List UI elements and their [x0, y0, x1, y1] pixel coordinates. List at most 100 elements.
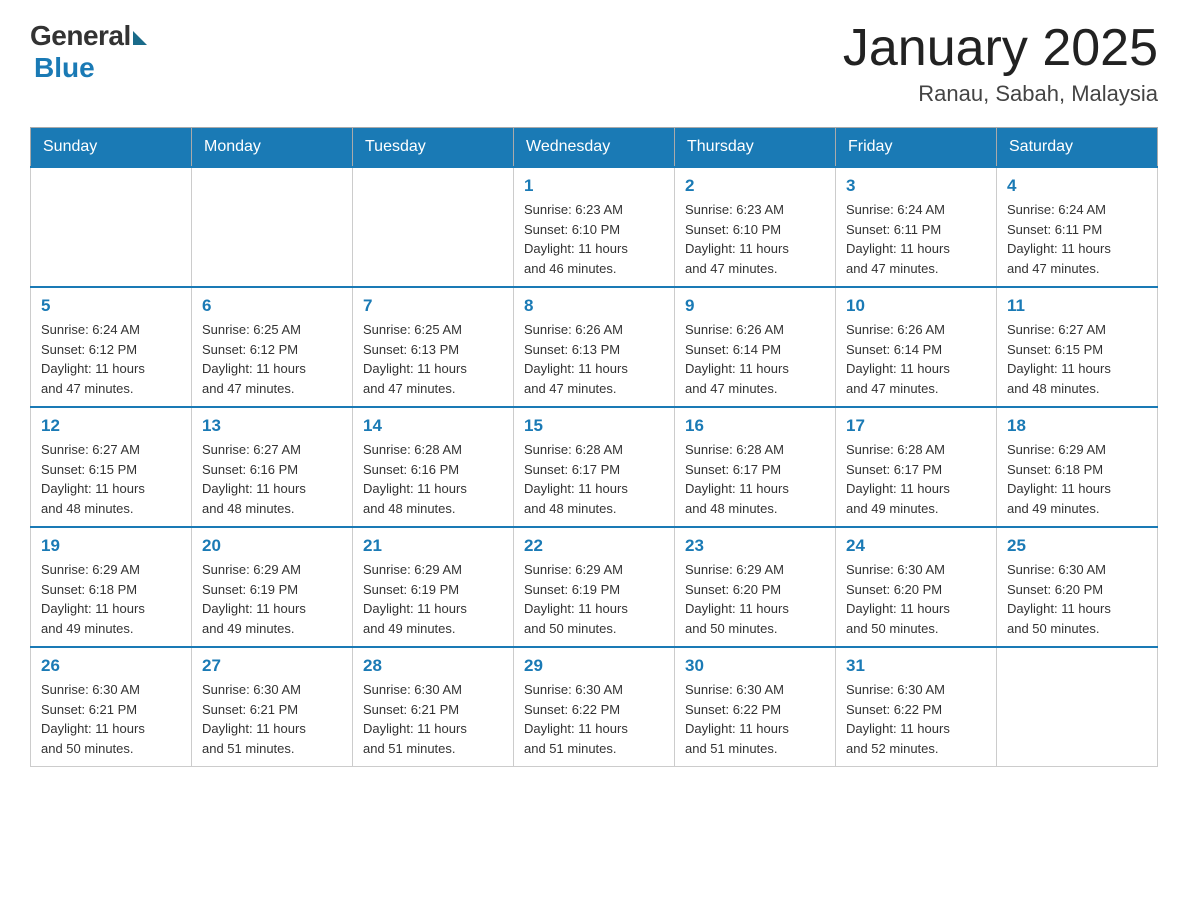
day-number: 2 — [685, 176, 825, 196]
calendar-cell: 22 Sunrise: 6:29 AM Sunset: 6:19 PM Dayli… — [514, 527, 675, 647]
calendar-cell: 4 Sunrise: 6:24 AM Sunset: 6:11 PM Daylig… — [997, 167, 1158, 287]
weekday-header-thursday: Thursday — [675, 128, 836, 168]
calendar-cell — [997, 647, 1158, 767]
day-number: 15 — [524, 416, 664, 436]
logo: General Blue — [30, 20, 147, 84]
calendar-cell: 19 Sunrise: 6:29 AM Sunset: 6:18 PM Dayli… — [31, 527, 192, 647]
calendar-cell: 2Sunrise: 6:23 AM Sunset: 6:10 PM Daylig… — [675, 167, 836, 287]
calendar-location: Ranau, Sabah, Malaysia — [843, 81, 1158, 107]
day-info: Sunrise: 6:28 AM Sunset: 6:17 PM Dayligh… — [846, 440, 986, 518]
day-number: 22 — [524, 536, 664, 556]
week-row-2: 5Sunrise: 6:24 AM Sunset: 6:12 PM Daylig… — [31, 287, 1158, 407]
calendar-cell: 1Sunrise: 6:23 AM Sunset: 6:10 PM Daylig… — [514, 167, 675, 287]
week-row-4: 19 Sunrise: 6:29 AM Sunset: 6:18 PM Dayli… — [31, 527, 1158, 647]
day-info: Sunrise: 6:30 AM Sunset: 6:21 PM Dayligh… — [41, 680, 181, 758]
weekday-header-sunday: Sunday — [31, 128, 192, 168]
calendar-cell: 27 Sunrise: 6:30 AM Sunset: 6:21 PM Dayli… — [192, 647, 353, 767]
day-info: Sunrise: 6:23 AM Sunset: 6:10 PM Dayligh… — [524, 200, 664, 278]
weekday-header-row: SundayMondayTuesdayWednesdayThursdayFrid… — [31, 128, 1158, 168]
day-number: 19 — [41, 536, 181, 556]
day-number: 4 — [1007, 176, 1147, 196]
calendar-table: SundayMondayTuesdayWednesdayThursdayFrid… — [30, 127, 1158, 767]
day-info: Sunrise: 6:24 AM Sunset: 6:11 PM Dayligh… — [846, 200, 986, 278]
day-number: 26 — [41, 656, 181, 676]
calendar-cell: 29 Sunrise: 6:30 AM Sunset: 6:22 PM Dayli… — [514, 647, 675, 767]
weekday-header-tuesday: Tuesday — [353, 128, 514, 168]
day-info: Sunrise: 6:25 AM Sunset: 6:13 PM Dayligh… — [363, 320, 503, 398]
day-info: Sunrise: 6:30 AM Sunset: 6:21 PM Dayligh… — [202, 680, 342, 758]
day-info: Sunrise: 6:27 AM Sunset: 6:15 PM Dayligh… — [1007, 320, 1147, 398]
day-number: 10 — [846, 296, 986, 316]
calendar-cell: 9 Sunrise: 6:26 AM Sunset: 6:14 PM Daylig… — [675, 287, 836, 407]
calendar-cell: 31 Sunrise: 6:30 AM Sunset: 6:22 PM Dayli… — [836, 647, 997, 767]
day-info: Sunrise: 6:30 AM Sunset: 6:20 PM Dayligh… — [846, 560, 986, 638]
day-number: 28 — [363, 656, 503, 676]
day-number: 13 — [202, 416, 342, 436]
day-info: Sunrise: 6:26 AM Sunset: 6:14 PM Dayligh… — [685, 320, 825, 398]
day-number: 30 — [685, 656, 825, 676]
day-number: 3 — [846, 176, 986, 196]
calendar-cell: 23 Sunrise: 6:29 AM Sunset: 6:20 PM Dayli… — [675, 527, 836, 647]
weekday-header-wednesday: Wednesday — [514, 128, 675, 168]
calendar-cell: 28Sunrise: 6:30 AM Sunset: 6:21 PM Dayli… — [353, 647, 514, 767]
day-info: Sunrise: 6:30 AM Sunset: 6:20 PM Dayligh… — [1007, 560, 1147, 638]
day-info: Sunrise: 6:29 AM Sunset: 6:19 PM Dayligh… — [363, 560, 503, 638]
day-info: Sunrise: 6:29 AM Sunset: 6:19 PM Dayligh… — [202, 560, 342, 638]
day-number: 14 — [363, 416, 503, 436]
week-row-1: 1Sunrise: 6:23 AM Sunset: 6:10 PM Daylig… — [31, 167, 1158, 287]
calendar-cell: 15 Sunrise: 6:28 AM Sunset: 6:17 PM Dayli… — [514, 407, 675, 527]
day-number: 11 — [1007, 296, 1147, 316]
calendar-cell: 5Sunrise: 6:24 AM Sunset: 6:12 PM Daylig… — [31, 287, 192, 407]
day-info: Sunrise: 6:30 AM Sunset: 6:22 PM Dayligh… — [524, 680, 664, 758]
weekday-header-saturday: Saturday — [997, 128, 1158, 168]
day-number: 25 — [1007, 536, 1147, 556]
logo-general-text: General — [30, 20, 131, 52]
day-info: Sunrise: 6:25 AM Sunset: 6:12 PM Dayligh… — [202, 320, 342, 398]
calendar-cell: 18Sunrise: 6:29 AM Sunset: 6:18 PM Dayli… — [997, 407, 1158, 527]
day-number: 17 — [846, 416, 986, 436]
day-number: 21 — [363, 536, 503, 556]
day-number: 18 — [1007, 416, 1147, 436]
day-info: Sunrise: 6:24 AM Sunset: 6:11 PM Dayligh… — [1007, 200, 1147, 278]
calendar-title: January 2025 — [843, 20, 1158, 77]
calendar-cell: 20 Sunrise: 6:29 AM Sunset: 6:19 PM Dayli… — [192, 527, 353, 647]
day-info: Sunrise: 6:24 AM Sunset: 6:12 PM Dayligh… — [41, 320, 181, 398]
calendar-cell: 30Sunrise: 6:30 AM Sunset: 6:22 PM Dayli… — [675, 647, 836, 767]
calendar-cell: 25 Sunrise: 6:30 AM Sunset: 6:20 PM Dayli… — [997, 527, 1158, 647]
day-number: 20 — [202, 536, 342, 556]
calendar-cell: 26 Sunrise: 6:30 AM Sunset: 6:21 PM Dayli… — [31, 647, 192, 767]
day-info: Sunrise: 6:27 AM Sunset: 6:16 PM Dayligh… — [202, 440, 342, 518]
calendar-cell: 12Sunrise: 6:27 AM Sunset: 6:15 PM Dayli… — [31, 407, 192, 527]
day-info: Sunrise: 6:30 AM Sunset: 6:22 PM Dayligh… — [846, 680, 986, 758]
day-number: 24 — [846, 536, 986, 556]
day-info: Sunrise: 6:29 AM Sunset: 6:18 PM Dayligh… — [41, 560, 181, 638]
calendar-cell: 11 Sunrise: 6:27 AM Sunset: 6:15 PM Dayli… — [997, 287, 1158, 407]
day-number: 6 — [202, 296, 342, 316]
calendar-cell — [192, 167, 353, 287]
calendar-cell: 24 Sunrise: 6:30 AM Sunset: 6:20 PM Dayli… — [836, 527, 997, 647]
day-number: 7 — [363, 296, 503, 316]
day-number: 27 — [202, 656, 342, 676]
calendar-cell — [353, 167, 514, 287]
weekday-header-friday: Friday — [836, 128, 997, 168]
calendar-cell: 21 Sunrise: 6:29 AM Sunset: 6:19 PM Dayli… — [353, 527, 514, 647]
calendar-cell: 17 Sunrise: 6:28 AM Sunset: 6:17 PM Dayli… — [836, 407, 997, 527]
week-row-3: 12Sunrise: 6:27 AM Sunset: 6:15 PM Dayli… — [31, 407, 1158, 527]
calendar-cell: 8Sunrise: 6:26 AM Sunset: 6:13 PM Daylig… — [514, 287, 675, 407]
day-info: Sunrise: 6:28 AM Sunset: 6:17 PM Dayligh… — [685, 440, 825, 518]
week-row-5: 26 Sunrise: 6:30 AM Sunset: 6:21 PM Dayli… — [31, 647, 1158, 767]
day-info: Sunrise: 6:29 AM Sunset: 6:20 PM Dayligh… — [685, 560, 825, 638]
calendar-cell: 10Sunrise: 6:26 AM Sunset: 6:14 PM Dayli… — [836, 287, 997, 407]
calendar-cell: 14 Sunrise: 6:28 AM Sunset: 6:16 PM Dayli… — [353, 407, 514, 527]
day-info: Sunrise: 6:29 AM Sunset: 6:19 PM Dayligh… — [524, 560, 664, 638]
day-number: 12 — [41, 416, 181, 436]
day-number: 9 — [685, 296, 825, 316]
day-info: Sunrise: 6:28 AM Sunset: 6:17 PM Dayligh… — [524, 440, 664, 518]
calendar-cell: 7 Sunrise: 6:25 AM Sunset: 6:13 PM Daylig… — [353, 287, 514, 407]
title-section: January 2025 Ranau, Sabah, Malaysia — [843, 20, 1158, 107]
day-number: 23 — [685, 536, 825, 556]
day-number: 31 — [846, 656, 986, 676]
calendar-cell: 3 Sunrise: 6:24 AM Sunset: 6:11 PM Daylig… — [836, 167, 997, 287]
day-info: Sunrise: 6:28 AM Sunset: 6:16 PM Dayligh… — [363, 440, 503, 518]
day-number: 29 — [524, 656, 664, 676]
